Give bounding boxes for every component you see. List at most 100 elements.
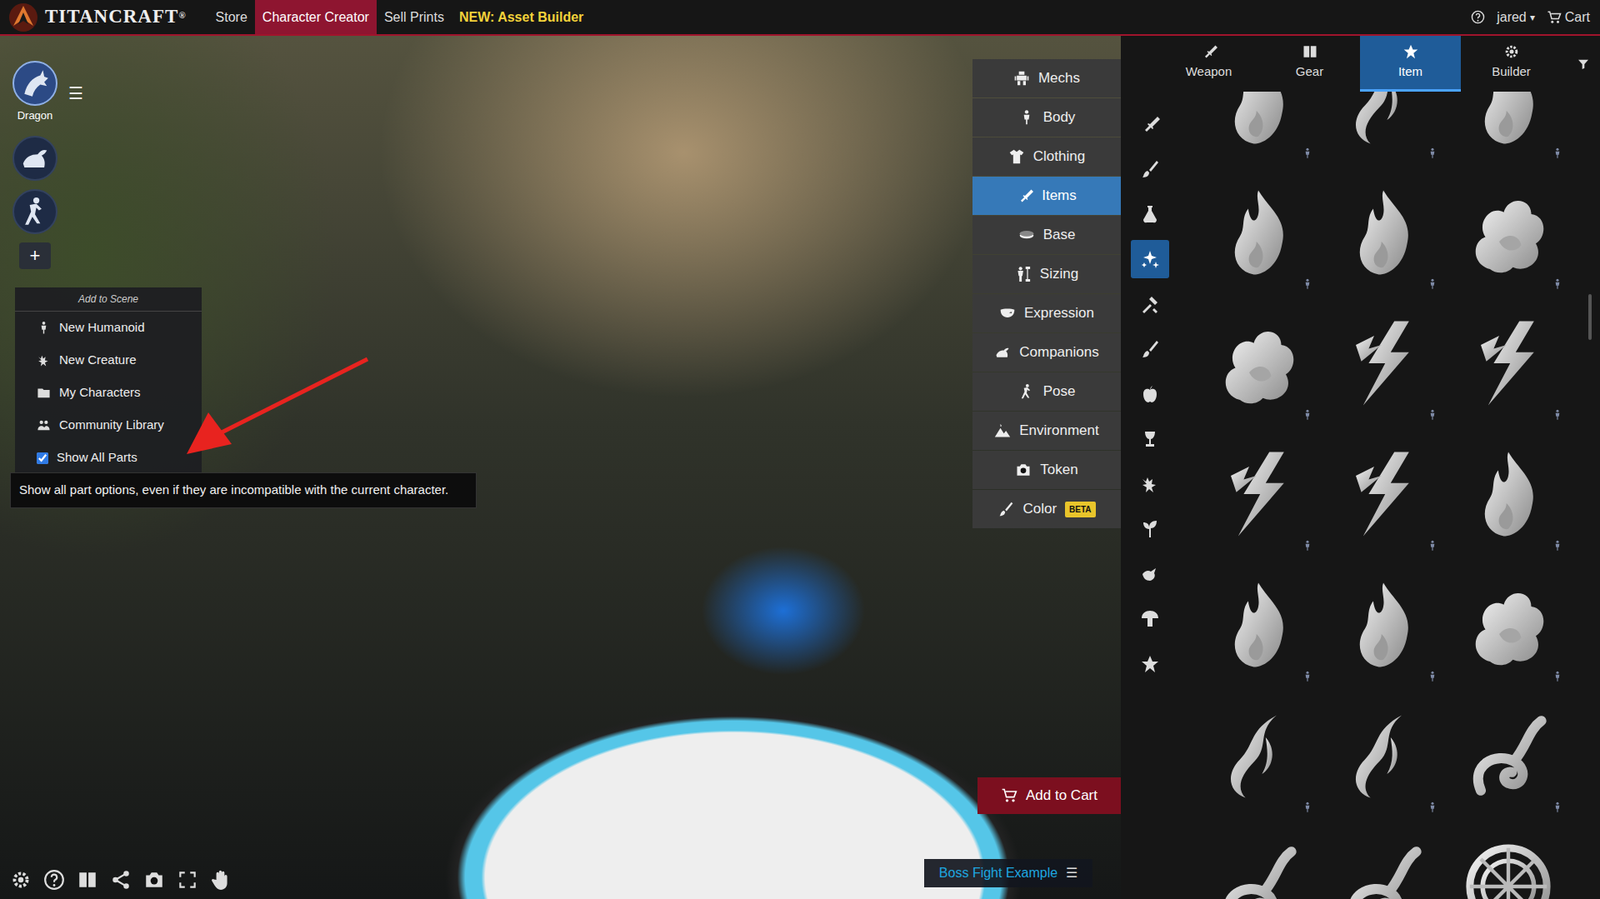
cart-icon [1546, 10, 1562, 25]
tab-icon [1503, 43, 1520, 60]
category-item[interactable]: Companions [972, 333, 1121, 372]
hand-icon[interactable] [210, 869, 232, 891]
category-label: Mechs [1038, 67, 1080, 90]
category-item[interactable]: ColorBETA [972, 490, 1121, 529]
item-tile[interactable] [1320, 824, 1446, 899]
book-icon[interactable] [76, 869, 99, 891]
share-icon[interactable] [110, 869, 132, 891]
subcategory-icon[interactable] [1130, 465, 1170, 504]
subcategory-icon[interactable] [1130, 285, 1170, 324]
add-to-cart-label: Add to Cart [1025, 785, 1098, 807]
wisp-item-icon [1337, 710, 1430, 802]
logo[interactable]: TITANCRAFT® [6, 0, 187, 35]
item-tile[interactable] [1195, 693, 1321, 825]
menu-item[interactable]: New Humanoid [15, 311, 202, 345]
item-tile[interactable] [1445, 300, 1571, 432]
category-item[interactable]: Items [972, 176, 1121, 215]
category-label: Environment [1019, 420, 1099, 442]
help-icon[interactable] [1470, 10, 1485, 25]
smoke-item-icon [1462, 579, 1555, 671]
menu-item-label: New Humanoid [59, 318, 145, 338]
tab-icon [1301, 43, 1319, 60]
cart-link[interactable]: Cart [1546, 7, 1590, 28]
item-tile[interactable] [1445, 431, 1571, 563]
subcategory-icon[interactable] [1130, 195, 1170, 234]
category-item[interactable]: Body [972, 98, 1121, 137]
user-menu[interactable]: jared▾ [1496, 7, 1535, 28]
scene-name[interactable]: Boss Fight Example☰ [924, 859, 1093, 888]
panel-tab[interactable]: Item [1360, 35, 1461, 92]
nav-link[interactable]: Sell Prints [376, 0, 452, 35]
item-tile[interactable] [1445, 91, 1571, 170]
expand-icon[interactable] [176, 869, 199, 891]
subcategory-icon[interactable] [1130, 510, 1170, 549]
swirl-item-icon [1337, 840, 1430, 899]
category-item[interactable]: Base [972, 215, 1121, 255]
item-tile[interactable] [1320, 693, 1446, 825]
category-item[interactable]: Sizing [972, 255, 1121, 294]
menu-item[interactable]: Community Library [15, 409, 202, 442]
item-tile[interactable] [1445, 693, 1571, 825]
item-tile[interactable] [1195, 170, 1321, 301]
subcategory-icon[interactable] [1130, 150, 1170, 189]
nav-link[interactable]: Character Creator [255, 0, 377, 35]
annotation-arrow [0, 35, 1121, 899]
fit-badge-icon [1328, 540, 1439, 555]
item-tile[interactable] [1445, 562, 1571, 694]
smoke-item-icon [1212, 317, 1305, 410]
subcategory-icon[interactable] [1130, 105, 1170, 144]
subcategory-icon[interactable] [1130, 240, 1170, 279]
character-avatar[interactable] [12, 135, 58, 181]
add-to-cart-button[interactable]: Add to Cart [977, 777, 1121, 815]
nav-link[interactable]: Store [208, 0, 255, 35]
item-tile[interactable] [1195, 431, 1321, 563]
item-tile[interactable] [1195, 300, 1321, 432]
item-tile[interactable] [1195, 91, 1321, 170]
rail-slot [1130, 506, 1170, 552]
show-all-parts-checkbox[interactable] [36, 452, 49, 465]
category-item[interactable]: Expression [972, 294, 1121, 333]
gear-icon[interactable] [10, 869, 32, 891]
subcategory-icon[interactable] [1130, 645, 1170, 684]
subcategory-icon[interactable] [1130, 375, 1170, 414]
item-tile[interactable] [1320, 431, 1446, 563]
subcategory-icon[interactable] [1130, 420, 1170, 459]
category-label: Body [1043, 106, 1076, 129]
category-item[interactable]: Pose [972, 372, 1121, 411]
nav-link[interactable]: NEW: Asset Builder [451, 0, 591, 35]
show-all-parts[interactable]: Show All Parts [15, 441, 202, 475]
tab-label: Gear [1295, 62, 1324, 82]
filter-icon[interactable] [1576, 35, 1590, 92]
add-character-button[interactable]: + [19, 242, 51, 270]
help-icon[interactable] [43, 869, 65, 891]
panel-tab[interactable]: Weapon [1158, 35, 1260, 92]
character-avatar[interactable] [12, 189, 58, 235]
item-tile[interactable] [1320, 91, 1446, 170]
subcategory-icon[interactable] [1130, 330, 1170, 369]
item-tile[interactable] [1195, 562, 1321, 694]
character-avatar[interactable] [12, 60, 58, 106]
item-tile[interactable] [1445, 824, 1571, 899]
item-tile[interactable] [1320, 300, 1446, 432]
item-tile[interactable] [1445, 170, 1571, 301]
scrollbar-thumb[interactable] [1588, 294, 1592, 340]
subcategory-icon[interactable] [1130, 600, 1170, 639]
item-tile[interactable] [1320, 170, 1446, 301]
item-tile[interactable] [1320, 562, 1446, 694]
item-tile[interactable] [1195, 824, 1321, 899]
category-item[interactable]: Token [972, 450, 1121, 490]
category-item[interactable]: Clothing [972, 137, 1121, 176]
camera-icon[interactable] [143, 869, 165, 891]
category-label: Expression [1024, 302, 1095, 325]
panel-tab[interactable]: Builder [1460, 35, 1562, 92]
category-item[interactable]: Mechs [972, 59, 1121, 98]
scene-viewport[interactable]: Dragon+☰Add to SceneNew HumanoidNew Crea… [0, 35, 1121, 899]
menu-item[interactable]: New Creature [15, 344, 202, 377]
menu-item[interactable]: My Characters [15, 376, 202, 410]
panel-tab[interactable]: Gear [1259, 35, 1360, 92]
main-area: Dragon+☰Add to SceneNew HumanoidNew Crea… [0, 35, 1600, 899]
category-item[interactable]: Environment [972, 411, 1121, 450]
scene-menu-button[interactable]: ☰ [68, 80, 84, 106]
subcategory-icon[interactable] [1130, 555, 1170, 594]
flame-item-icon [1212, 91, 1305, 148]
